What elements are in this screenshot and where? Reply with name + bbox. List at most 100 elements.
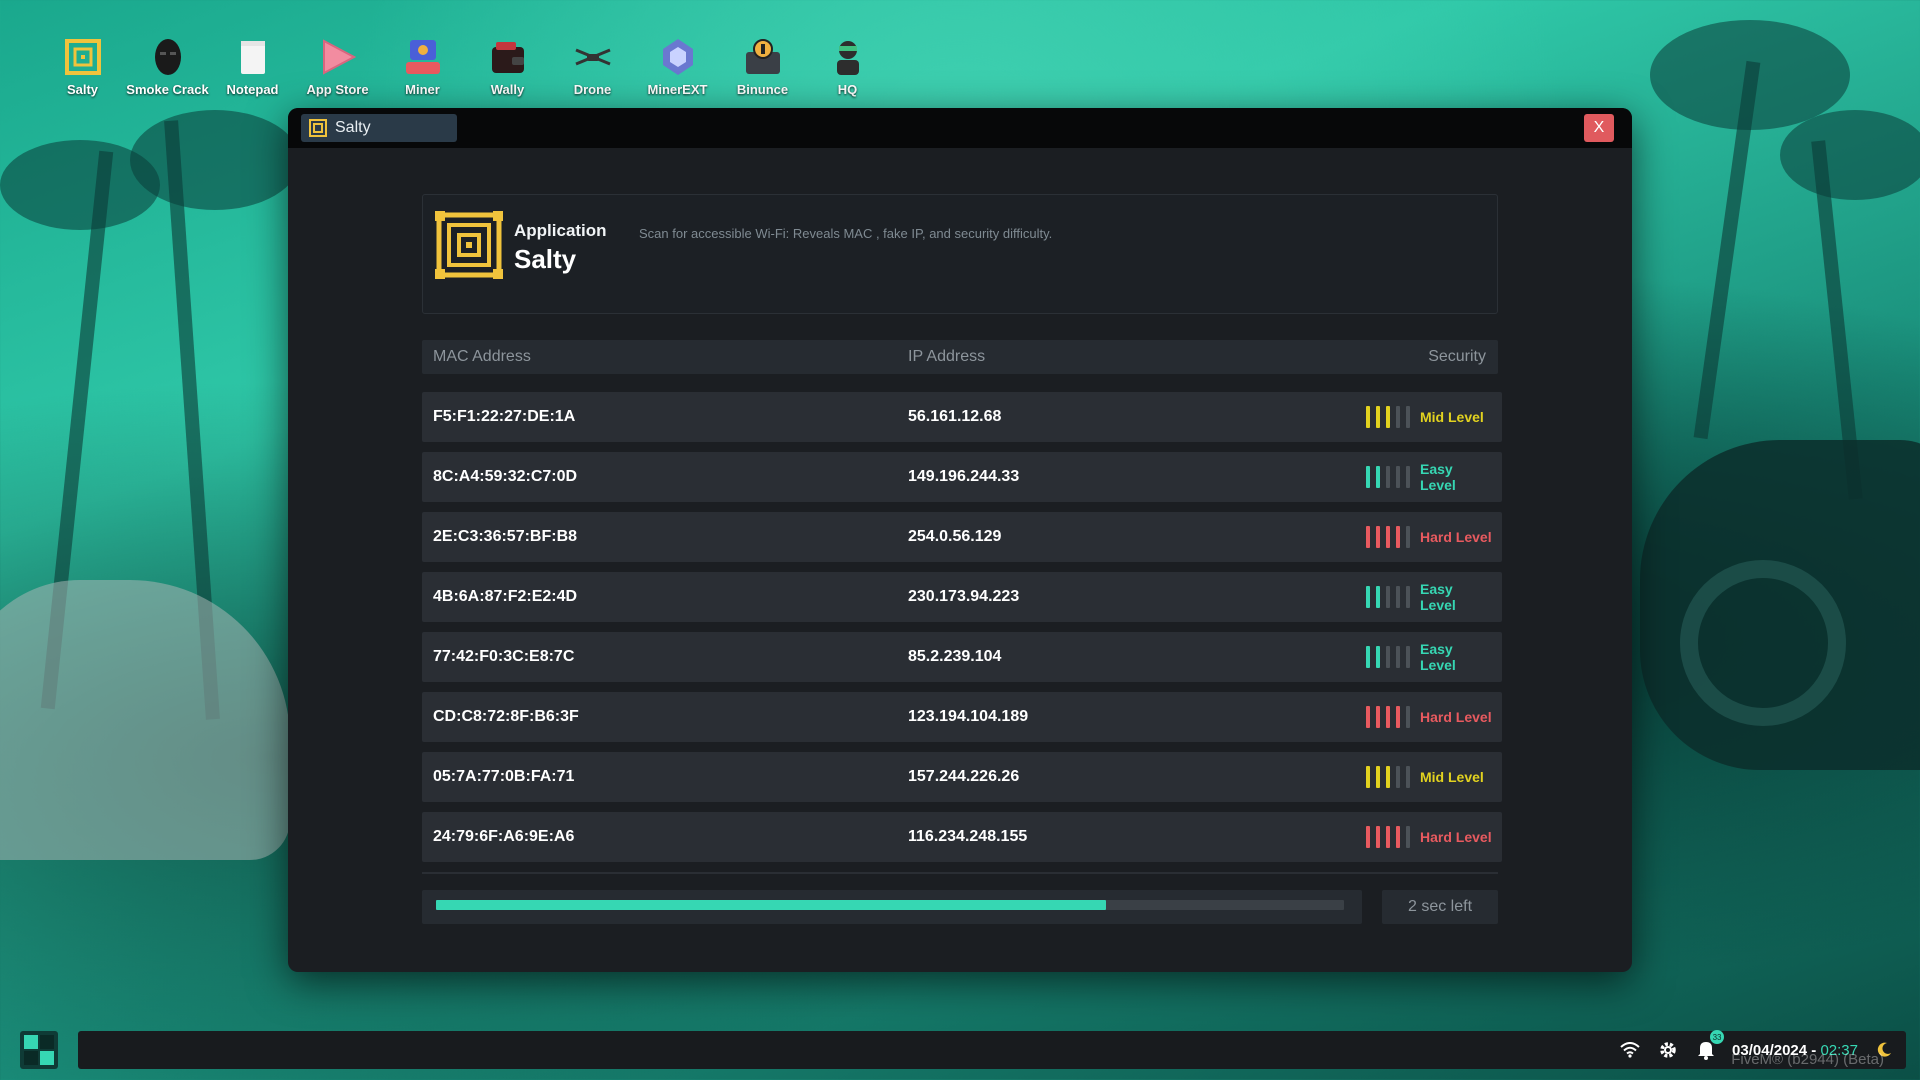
start-menu-icon[interactable]	[20, 1031, 58, 1069]
wifi-network-list: F5:F1:22:27:DE:1A 56.161.12.68 Mid Level 8C…	[422, 392, 1502, 872]
security-cell: Hard Level	[1366, 706, 1492, 728]
mac-address-cell: 05:7A:77:0B:FA:71	[433, 768, 575, 785]
security-bar	[1366, 586, 1370, 608]
security-cell: Easy Level	[1366, 461, 1492, 493]
header-security: Security	[1428, 348, 1486, 365]
security-bar	[1406, 586, 1410, 608]
progress-track	[436, 900, 1344, 910]
miner-ext-icon	[657, 36, 699, 78]
signal-bars-icon	[1366, 706, 1410, 728]
play-store-icon	[317, 36, 359, 78]
security-cell: Hard Level	[1366, 826, 1492, 848]
miner-icon	[402, 36, 444, 78]
security-bar	[1406, 766, 1410, 788]
bell-icon[interactable]: 33	[1694, 1030, 1725, 1062]
security-level-label: Easy Level	[1420, 641, 1456, 673]
window-titlebar[interactable]: Salty X	[288, 108, 1632, 148]
security-bar	[1386, 526, 1390, 548]
security-level-label: Mid Level	[1420, 769, 1484, 785]
security-bar	[1396, 766, 1400, 788]
table-row[interactable]: F5:F1:22:27:DE:1A 56.161.12.68 Mid Level	[422, 392, 1502, 442]
security-bar	[1376, 466, 1380, 488]
desktop-icon-wally[interactable]: Wally	[465, 36, 550, 97]
desktop-icon-salty[interactable]: Salty	[40, 36, 125, 97]
security-bar	[1406, 706, 1410, 728]
security-bar	[1366, 706, 1370, 728]
taskbar: 33 03/04/2024 - 02:37	[78, 1030, 1906, 1069]
security-bar	[1396, 466, 1400, 488]
security-level-label: Mid Level	[1420, 409, 1484, 425]
ip-address-cell: 56.161.12.68	[908, 408, 1002, 425]
security-level-label: Hard Level	[1420, 529, 1492, 545]
desktop-icon-hq[interactable]: HQ	[805, 36, 890, 97]
mac-address-cell: 8C:A4:59:32:C7:0D	[433, 468, 578, 485]
salty-window: Salty X Application Salty Scan for acces…	[288, 108, 1632, 972]
security-bar	[1376, 526, 1380, 548]
table-row[interactable]: 4B:6A:87:F2:E2:4D 230.173.94.223 Easy Leve…	[422, 572, 1502, 622]
mac-address-cell: 24:79:6F:A6:9E:A6	[433, 828, 575, 845]
signal-bars-icon	[1366, 766, 1410, 788]
mask-icon	[147, 36, 189, 78]
security-bar	[1386, 406, 1390, 428]
salty-maze-icon	[62, 36, 104, 78]
wifi-icon[interactable]	[1618, 1038, 1642, 1062]
security-bar	[1376, 406, 1380, 428]
window-title: Salty	[335, 119, 371, 136]
security-bar	[1366, 406, 1370, 428]
table-row[interactable]: 24:79:6F:A6:9E:A6 116.234.248.155 Hard Lev…	[422, 812, 1502, 862]
security-bar	[1396, 706, 1400, 728]
signal-bars-icon	[1366, 586, 1410, 608]
security-level-label: Hard Level	[1420, 829, 1492, 845]
header-mac-address: MAC Address	[433, 348, 531, 365]
wallet-icon	[487, 36, 529, 78]
security-bar	[1386, 466, 1390, 488]
ip-address-cell: 123.194.104.189	[908, 708, 1029, 725]
window-title-tab[interactable]: Salty	[301, 114, 457, 142]
security-bar	[1406, 526, 1410, 548]
desktop-icon-drone[interactable]: Drone	[550, 36, 635, 97]
table-row[interactable]: 2E:C3:36:57:BF:B8 254.0.56.129 Hard Level	[422, 512, 1502, 562]
security-cell: Mid Level	[1366, 766, 1492, 788]
desktop-icon-minerext[interactable]: MinerEXT	[635, 36, 720, 97]
security-bar	[1376, 826, 1380, 848]
desktop-icon-binunce[interactable]: Binunce	[720, 36, 805, 97]
signal-bars-icon	[1366, 466, 1410, 488]
desktop-icon-notepad[interactable]: Notepad	[210, 36, 295, 97]
ip-address-cell: 85.2.239.104	[908, 648, 1002, 665]
scan-progress	[422, 890, 1362, 924]
security-bar	[1396, 406, 1400, 428]
desktop-icon-smoke-crack[interactable]: Smoke Crack	[125, 36, 210, 97]
table-row[interactable]: 05:7A:77:0B:FA:71 157.244.226.26 Mid Level	[422, 752, 1502, 802]
police-car-silhouette	[0, 580, 290, 860]
security-bar	[1376, 646, 1380, 668]
security-bar	[1386, 826, 1390, 848]
mac-address-cell: 2E:C3:36:57:BF:B8	[433, 528, 578, 545]
close-button[interactable]: X	[1584, 114, 1614, 142]
table-row[interactable]: 8C:A4:59:32:C7:0D 149.196.244.33 Easy Leve…	[422, 452, 1502, 502]
security-bar	[1386, 586, 1390, 608]
palm-leaves	[130, 110, 300, 210]
signal-bars-icon	[1366, 826, 1410, 848]
ip-address-cell: 149.196.244.33	[908, 468, 1020, 485]
security-bar	[1366, 766, 1370, 788]
desktop-icon-app-store[interactable]: App Store	[295, 36, 380, 97]
salty-maze-icon	[309, 119, 327, 137]
security-bar	[1406, 406, 1410, 428]
security-bar	[1386, 706, 1390, 728]
desktop-icon-miner[interactable]: Miner	[380, 36, 465, 97]
app-category: Application	[514, 221, 607, 240]
mac-address-cell: F5:F1:22:27:DE:1A	[433, 408, 576, 425]
security-bar	[1396, 646, 1400, 668]
security-bar	[1366, 526, 1370, 548]
security-bar	[1376, 586, 1380, 608]
security-bar	[1406, 646, 1410, 668]
security-bar	[1396, 526, 1400, 548]
scan-timer: 2 sec left	[1382, 890, 1498, 924]
table-row[interactable]: 77:42:F0:3C:E8:7C 85.2.239.104 Easy Level	[422, 632, 1502, 682]
table-row[interactable]: CD:C8:72:8F:B6:3F 123.194.104.189 Hard Lev…	[422, 692, 1502, 742]
palm-leaves	[1650, 20, 1850, 130]
security-bar	[1366, 826, 1370, 848]
gear-icon[interactable]	[1656, 1038, 1680, 1062]
security-bar	[1386, 766, 1390, 788]
app-header: Application Salty Scan for accessible Wi…	[422, 194, 1498, 314]
